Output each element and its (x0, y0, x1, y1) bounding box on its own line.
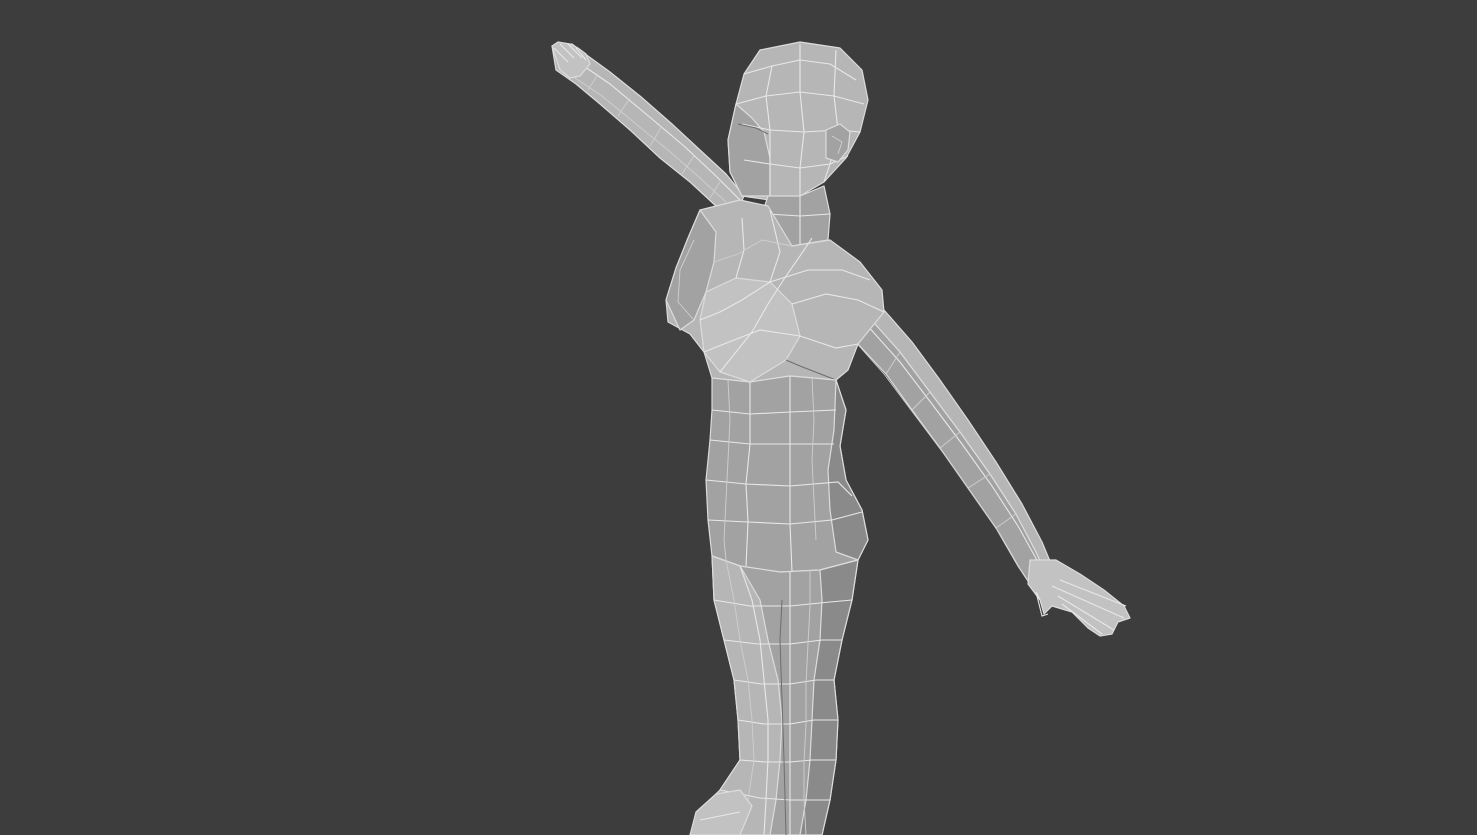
right-arm[interactable] (835, 299, 1131, 637)
torso[interactable] (665, 199, 885, 383)
mesh-object[interactable] (0, 0, 1477, 835)
legs[interactable] (689, 555, 859, 835)
head[interactable] (727, 41, 869, 201)
left-arm[interactable] (551, 41, 745, 215)
abdomen[interactable] (705, 375, 869, 573)
3d-viewport[interactable] (0, 0, 1477, 835)
